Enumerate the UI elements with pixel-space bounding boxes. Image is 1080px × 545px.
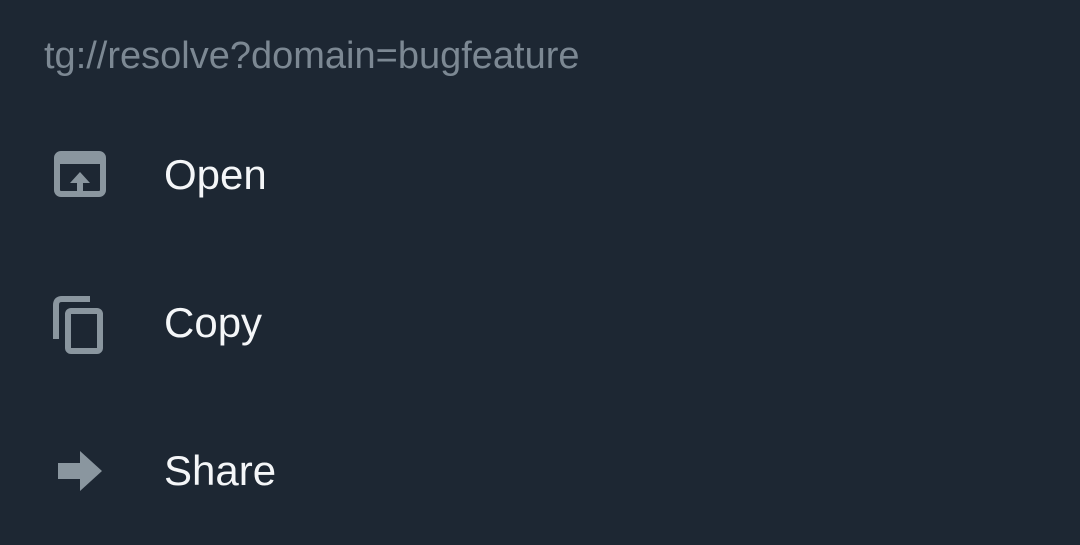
open-in-icon — [50, 147, 110, 207]
link-url-title: tg://resolve?domain=bugfeature — [44, 35, 580, 77]
copy-icon — [50, 295, 110, 355]
action-menu: Open Copy Share — [0, 101, 1080, 545]
menu-item-share[interactable]: Share — [0, 397, 1080, 545]
share-arrow-icon — [50, 443, 110, 503]
menu-item-label: Open — [164, 151, 267, 198]
menu-item-copy[interactable]: Copy — [0, 249, 1080, 397]
menu-item-label: Share — [164, 447, 277, 494]
menu-item-label: Copy — [164, 299, 263, 346]
link-action-sheet: tg://resolve?domain=bugfeature Open Copy — [0, 0, 1080, 544]
menu-item-open[interactable]: Open — [0, 101, 1080, 249]
